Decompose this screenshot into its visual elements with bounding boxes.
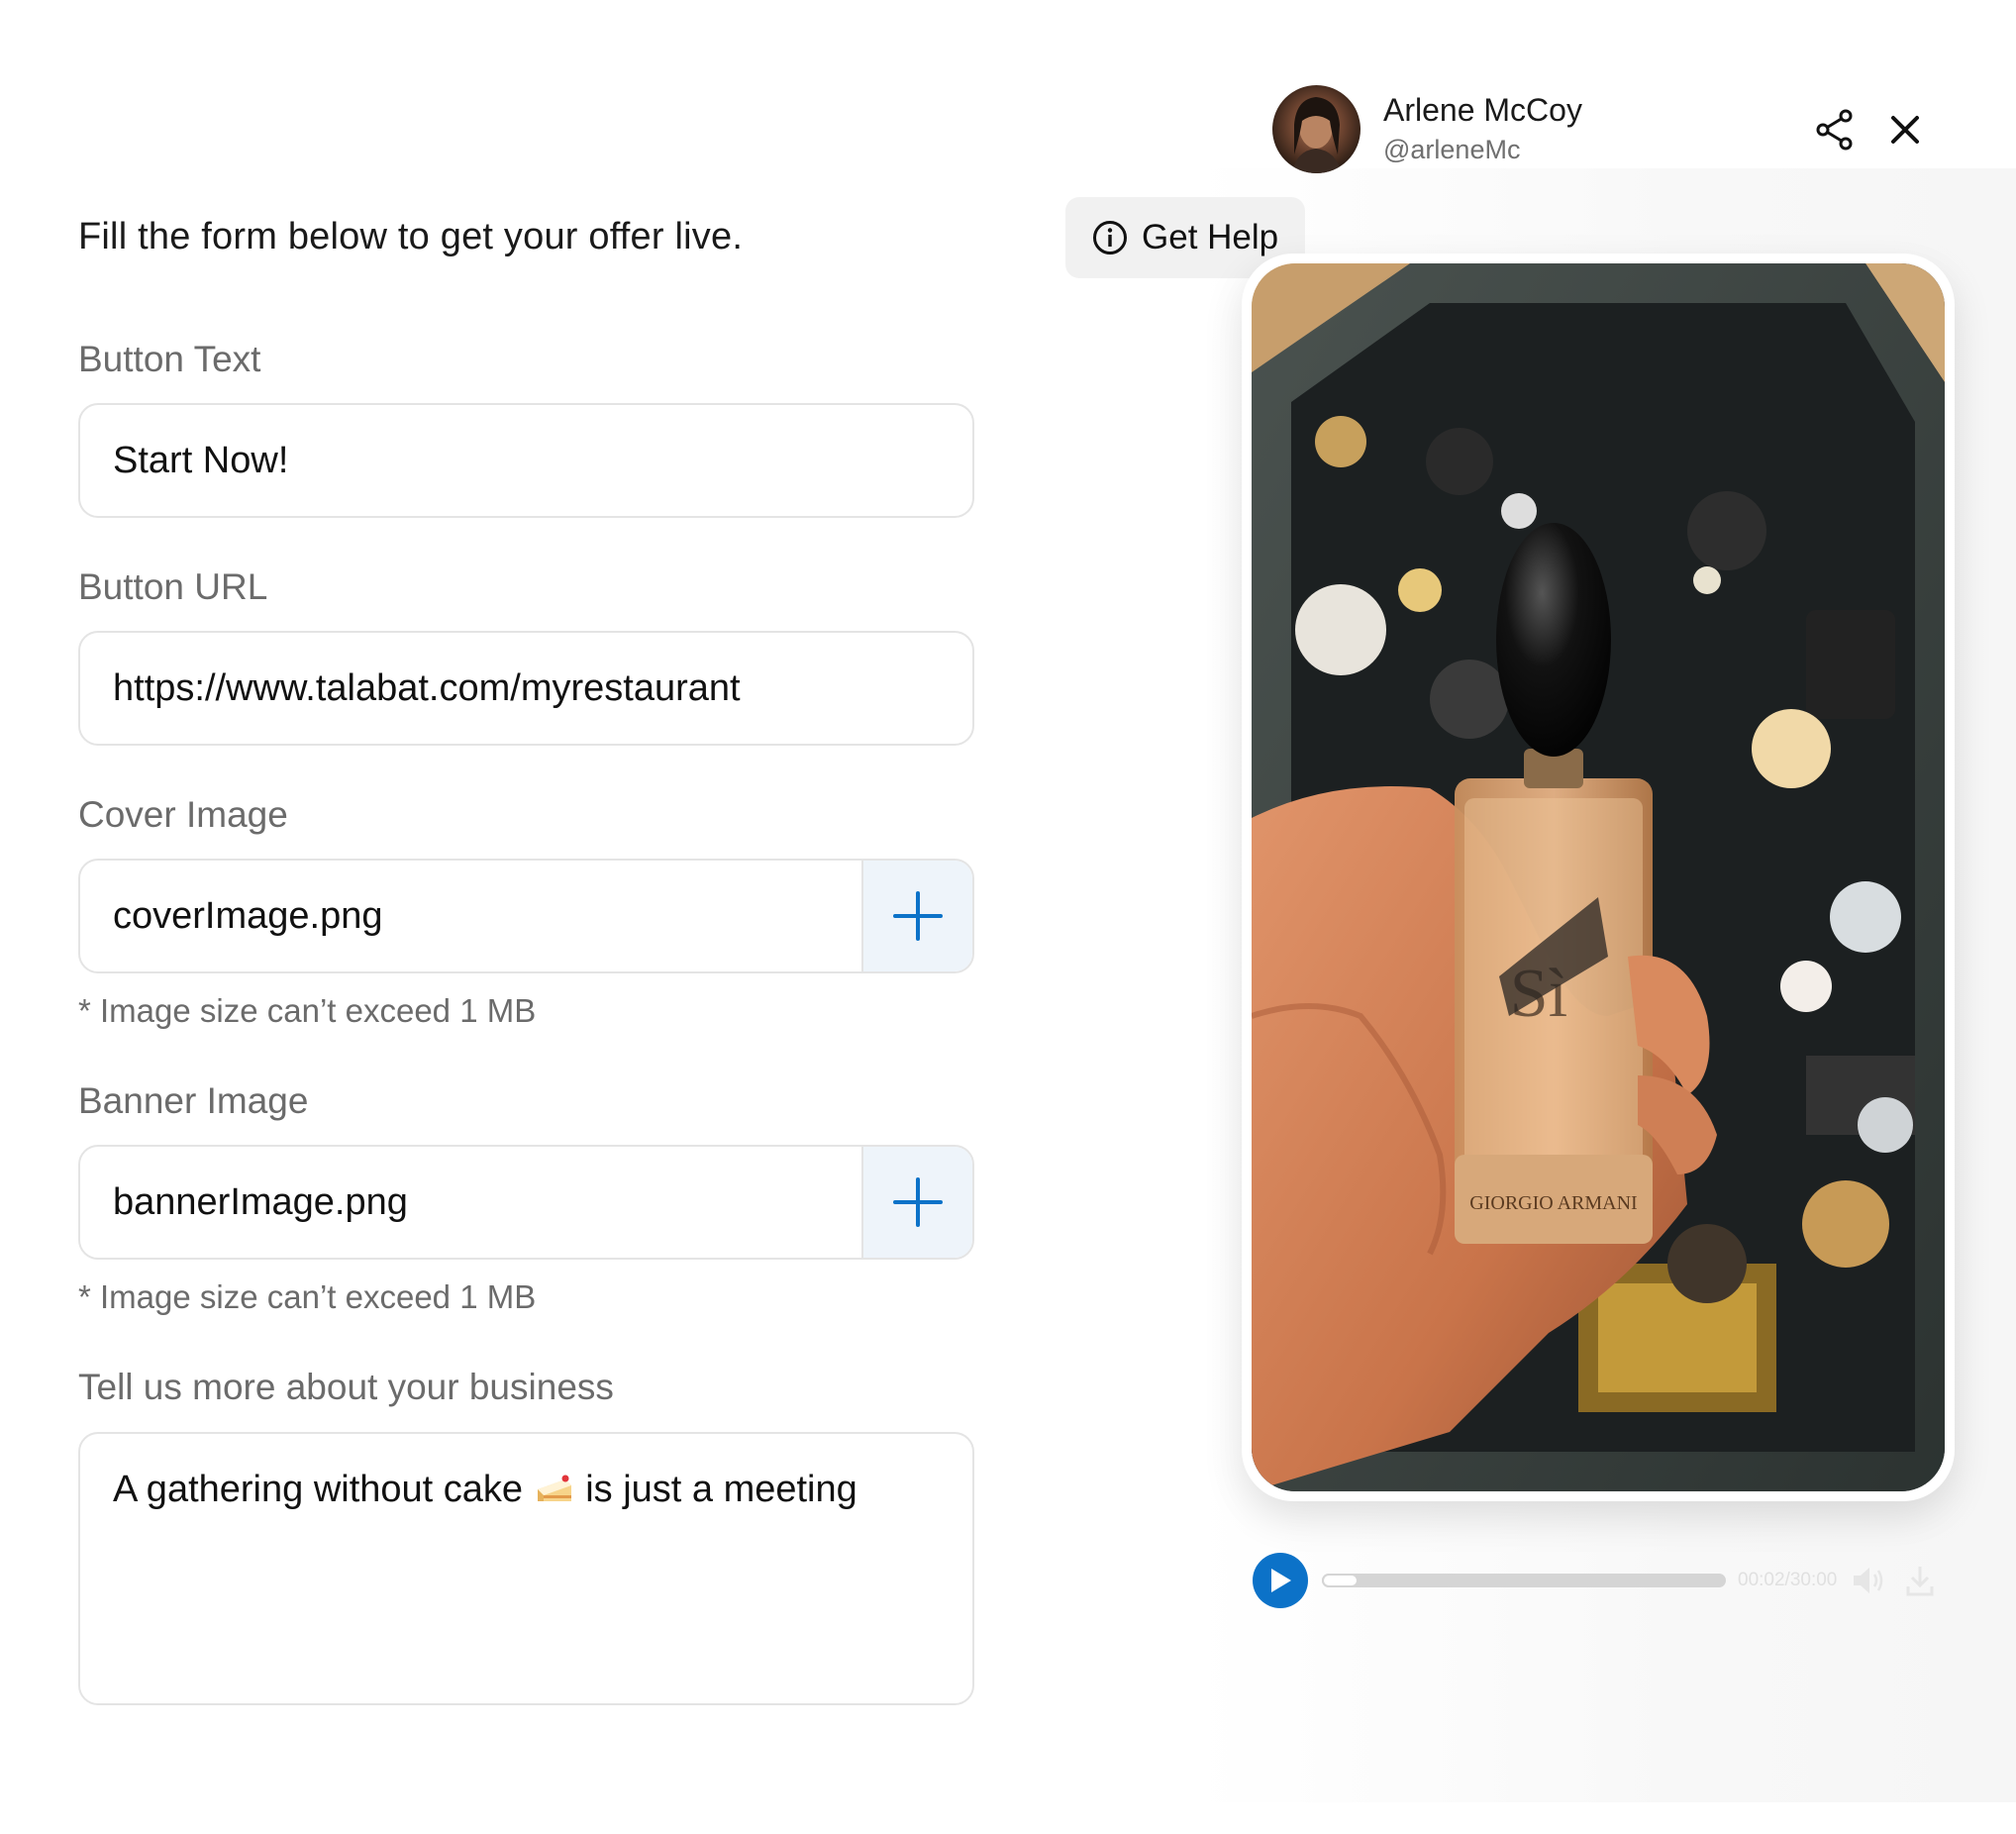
button-text-label: Button Text — [78, 339, 261, 379]
perfume-photo: GIORGIO ARMANI Sì — [1252, 263, 1945, 1491]
offer-form-page: Fill the form below to get your offer li… — [0, 0, 2016, 1834]
button-url-label: Button URL — [78, 566, 268, 607]
story-preview-frame: GIORGIO ARMANI Sì — [1242, 254, 1955, 1501]
cover-image-hint: * Image size can’t exceed 1 MB — [78, 992, 537, 1029]
share-button[interactable] — [1813, 108, 1857, 152]
business-text-end: is just a meeting — [585, 1469, 857, 1510]
avatar — [1272, 85, 1361, 173]
plus-icon — [893, 891, 943, 941]
add-cover-image-button[interactable] — [861, 861, 972, 971]
download-icon — [1906, 1567, 1934, 1596]
button-text-field[interactable]: Start Now! — [78, 403, 974, 518]
volume-button[interactable] — [1851, 1563, 1886, 1598]
business-text-start: A gathering without cake — [113, 1469, 524, 1510]
banner-image-label: Banner Image — [78, 1080, 309, 1121]
button-url-value[interactable]: https://www.talabat.com/myrestaurant — [80, 667, 972, 710]
playback-time: 00:02/30:00 — [1738, 1570, 1838, 1590]
button-text-value[interactable]: Start Now! — [80, 440, 972, 482]
play-button[interactable] — [1253, 1553, 1308, 1608]
user-handle: @arleneMc — [1383, 135, 1521, 164]
get-help-label: Get Help — [1142, 218, 1279, 256]
close-icon — [1891, 116, 1919, 144]
video-player-controls: 00:02/30:00 — [1253, 1553, 1943, 1608]
volume-icon — [1854, 1568, 1883, 1593]
close-button[interactable] — [1885, 110, 1925, 150]
plus-icon — [893, 1177, 943, 1227]
business-label: Tell us more about your business — [78, 1367, 614, 1407]
cover-image-field[interactable]: coverImage.png — [78, 859, 974, 973]
perfume-illustration: GIORGIO ARMANI Sì — [1252, 263, 1945, 1491]
button-url-field[interactable]: https://www.talabat.com/myrestaurant — [78, 631, 974, 746]
form-intro: Fill the form below to get your offer li… — [78, 216, 744, 257]
banner-image-hint: * Image size can’t exceed 1 MB — [78, 1278, 537, 1315]
progress-fill — [1322, 1574, 1359, 1587]
progress-track[interactable] — [1322, 1574, 1726, 1587]
info-icon — [1093, 221, 1127, 255]
banner-image-value[interactable]: bannerImage.png — [80, 1181, 861, 1224]
user-name: Arlene McCoy — [1383, 92, 1582, 128]
cake-emoji — [537, 1475, 571, 1501]
cover-image-value[interactable]: coverImage.png — [80, 895, 861, 938]
cover-image-label: Cover Image — [78, 794, 288, 835]
share-icon — [1816, 109, 1853, 151]
svg-text:GIORGIO ARMANI: GIORGIO ARMANI — [1469, 1192, 1637, 1214]
add-banner-image-button[interactable] — [861, 1147, 972, 1258]
download-button[interactable] — [1904, 1563, 1936, 1598]
banner-image-field[interactable]: bannerImage.png — [78, 1145, 974, 1260]
play-icon — [1271, 1569, 1291, 1592]
business-textarea[interactable]: A gathering without cake is just a meeti… — [78, 1432, 974, 1705]
